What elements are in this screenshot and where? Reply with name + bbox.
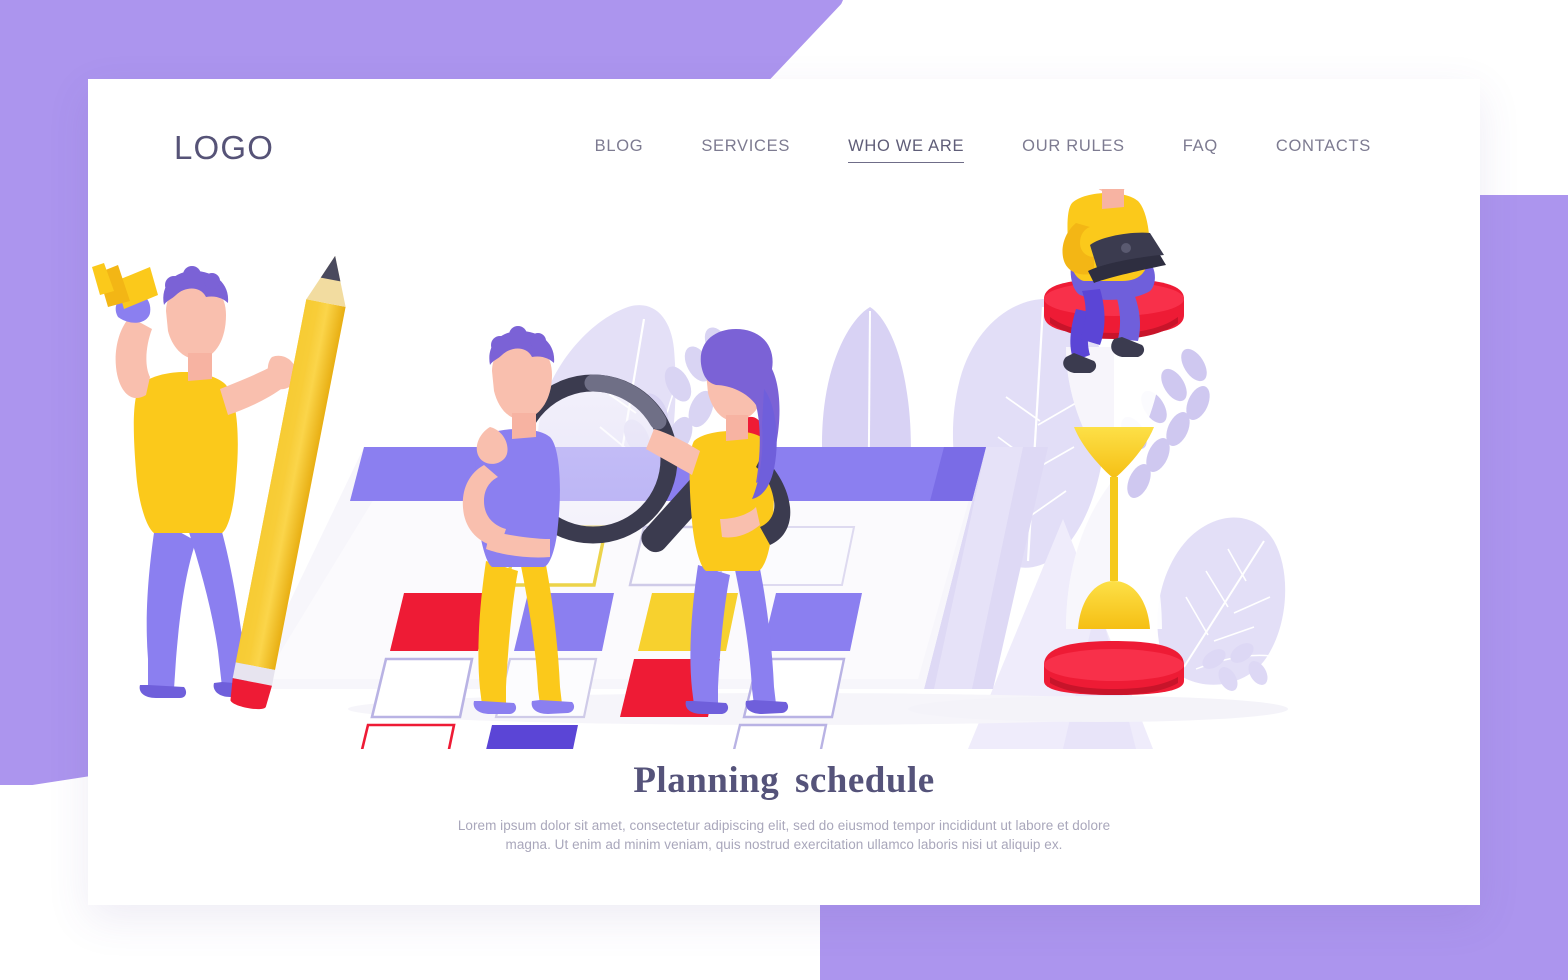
hero-illustration: [88, 189, 1480, 749]
logo[interactable]: LOGO: [174, 129, 274, 167]
main-navigation: BLOG SERVICES WHO WE ARE OUR RULES FAQ C…: [566, 135, 1400, 163]
content-card: LOGO BLOG SERVICES WHO WE ARE OUR RULES …: [88, 79, 1480, 905]
page-subtitle: Lorem ipsum dolor sit amet, consectetur …: [457, 818, 1111, 852]
nav-item-faq[interactable]: FAQ: [1154, 135, 1247, 157]
nav-item-who-we-are[interactable]: WHO WE ARE: [819, 135, 993, 163]
hero-caption: Planning schedule Lorem ipsum dolor sit …: [88, 759, 1480, 854]
page-root: LOGO BLOG SERVICES WHO WE ARE OUR RULES …: [0, 0, 1568, 980]
nav-item-contacts[interactable]: CONTACTS: [1247, 135, 1400, 157]
calendar-cell-red: [390, 593, 490, 651]
nav-item-our-rules[interactable]: OUR RULES: [993, 135, 1154, 157]
person-on-hourglass-with-laptop: [1062, 189, 1166, 373]
nav-item-services[interactable]: SERVICES: [672, 135, 819, 157]
nav-item-blog[interactable]: BLOG: [566, 135, 673, 157]
page-title: Planning schedule: [633, 760, 935, 801]
